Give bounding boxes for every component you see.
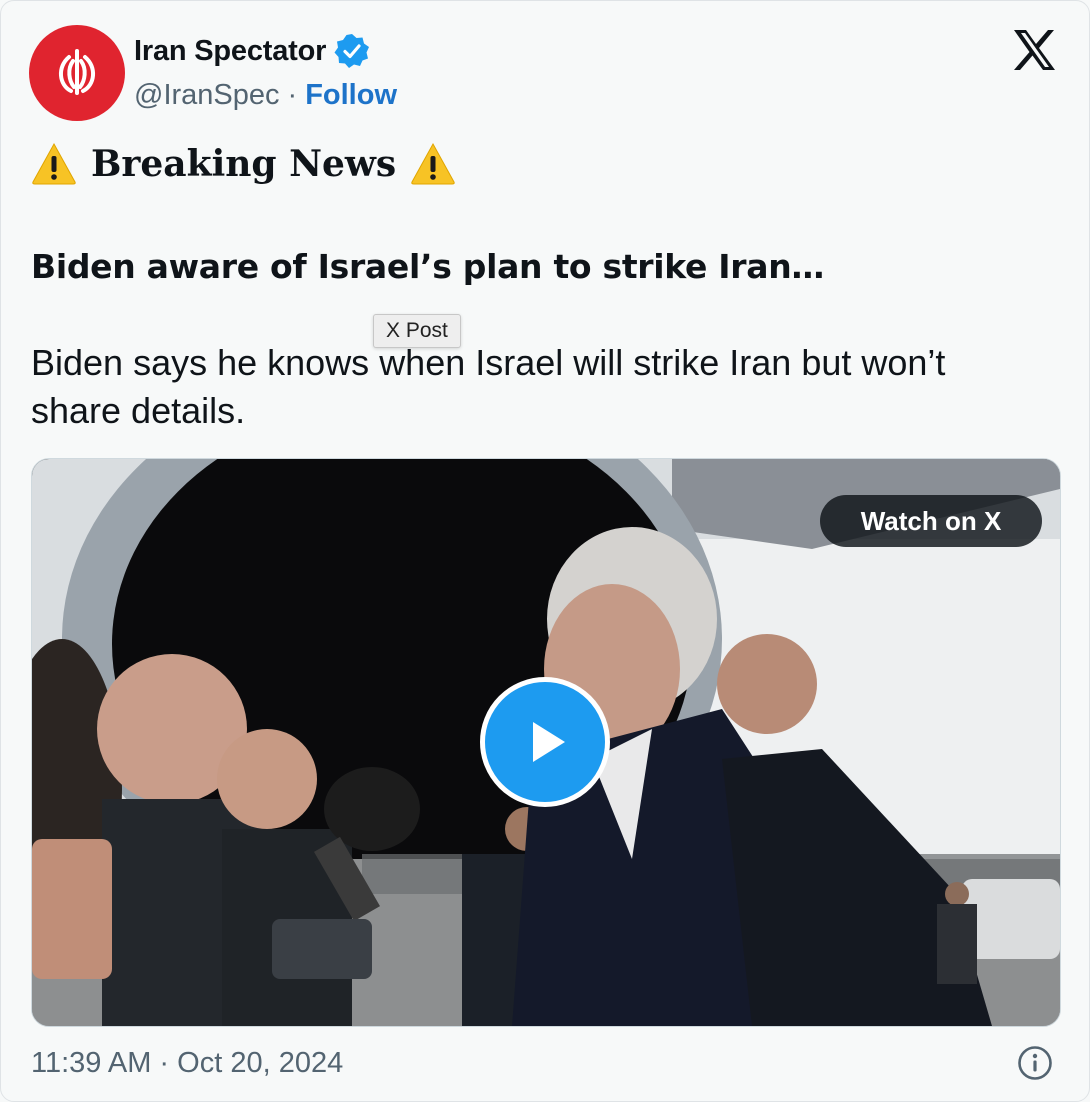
handle-separator: · (287, 79, 298, 111)
play-icon (533, 722, 565, 762)
author-handle-row: @IranSpec · Follow (134, 79, 397, 112)
tweet-card: Iran Spectator @IranSpec · Follow Breaki… (0, 0, 1090, 1102)
warning-icon (411, 142, 455, 185)
breaking-news-label: Breaking News (91, 143, 397, 185)
watch-on-x-button[interactable]: Watch on X (820, 495, 1042, 547)
avatar[interactable] (29, 25, 125, 121)
x-logo-icon[interactable] (1011, 27, 1057, 73)
post-body: Biden says he knows when Israel will str… (31, 342, 946, 431)
video-player[interactable]: Watch on X (31, 458, 1061, 1027)
play-button[interactable] (480, 677, 610, 807)
author-display-name[interactable]: Iran Spectator (134, 35, 326, 68)
iran-emblem-icon (59, 49, 95, 95)
warning-icon (32, 142, 76, 185)
breaking-news-heading: Breaking News (31, 141, 456, 187)
post-headline: Biden aware of Israel’s plan to strike I… (31, 247, 825, 286)
verified-badge-icon (334, 34, 370, 68)
author-name-row: Iran Spectator (134, 33, 370, 69)
info-icon[interactable] (1017, 1045, 1053, 1081)
follow-button[interactable]: Follow (305, 79, 397, 112)
author-handle[interactable]: @IranSpec (134, 79, 280, 112)
post-timestamp[interactable]: 11:39 AM · Oct 20, 2024 (31, 1047, 343, 1080)
x-post-tooltip: X Post (373, 314, 461, 348)
